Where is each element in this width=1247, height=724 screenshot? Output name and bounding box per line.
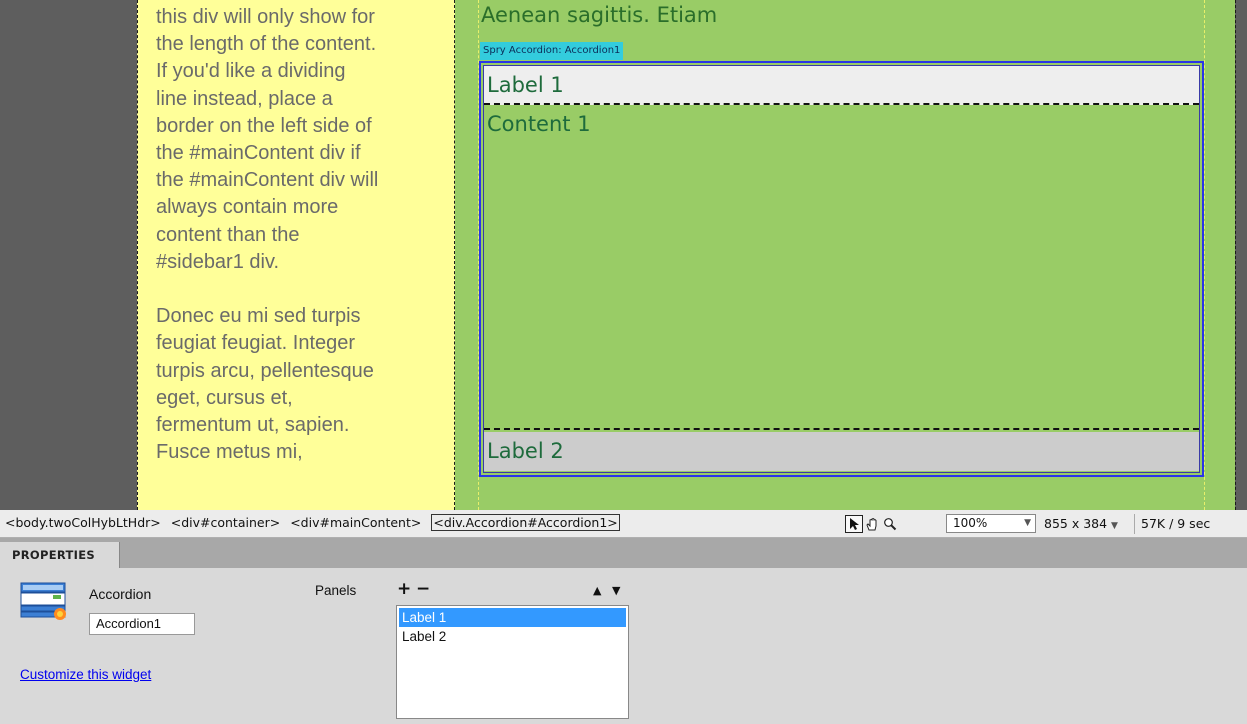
- sidebar-text: this div will only show for the length o…: [156, 6, 379, 464]
- window-size-select[interactable]: 855 x 384 ▼: [1044, 516, 1118, 531]
- zoom-icon[interactable]: [881, 515, 899, 533]
- tag-body[interactable]: <body.twoColHybLtHdr>: [5, 515, 161, 530]
- panels-label: Panels: [315, 583, 357, 598]
- design-view: this div will only show for the length o…: [0, 0, 1247, 510]
- document-size: 57K / 9 sec: [1141, 516, 1211, 531]
- widget-type-label: Accordion: [89, 586, 152, 602]
- panels-list[interactable]: Label 1 Label 2: [396, 605, 629, 719]
- hand-icon[interactable]: [863, 515, 881, 533]
- zoom-value: 100%: [953, 516, 988, 530]
- main-content-guide-right: [1204, 0, 1205, 510]
- chevron-down-icon: ▼: [1111, 521, 1118, 531]
- main-heading: Aenean sagittis. Etiam: [481, 3, 718, 27]
- tag-div-maincontent[interactable]: <div#mainContent>: [290, 515, 421, 530]
- properties-tab[interactable]: PROPERTIES: [0, 542, 120, 568]
- move-panel-down-button[interactable]: ▼: [612, 584, 620, 597]
- remove-panel-button[interactable]: −: [416, 579, 430, 599]
- properties-header: [0, 538, 1247, 568]
- accordion-widget-icon: [20, 582, 68, 624]
- accordion-tab-label-1[interactable]: Label 1: [484, 66, 1199, 105]
- sidebar1-column[interactable]: this div will only show for the length o…: [137, 0, 455, 510]
- panel-list-item[interactable]: Label 2: [399, 627, 626, 646]
- window-size-value: 855 x 384: [1044, 516, 1108, 531]
- page-margin-right: [1236, 0, 1247, 510]
- zoom-select[interactable]: 100% ▼: [946, 514, 1036, 533]
- widget-id-field[interactable]: Accordion1: [89, 613, 195, 635]
- select-pointer-icon[interactable]: [845, 514, 863, 533]
- accordion-tab-label-2[interactable]: Label 2: [484, 432, 1199, 471]
- accordion-inner: Label 1 Content 1 Label 2: [483, 65, 1200, 473]
- tag-div-container[interactable]: <div#container>: [171, 515, 280, 530]
- chevron-down-icon: ▼: [1024, 518, 1031, 528]
- customize-widget-link[interactable]: Customize this widget: [20, 667, 151, 682]
- panel-list-item[interactable]: Label 1: [399, 608, 626, 627]
- spry-accordion-tab[interactable]: Spry Accordion: Accordion1: [480, 42, 624, 60]
- tag-path: <body.twoColHybLtHdr> <div#container> <d…: [5, 514, 626, 531]
- tag-div-accordion[interactable]: <div.Accordion#Accordion1>: [431, 514, 620, 531]
- move-panel-up-button[interactable]: ▲: [593, 584, 601, 597]
- view-tools: [845, 514, 899, 533]
- tag-selector-bar: <body.twoColHybLtHdr> <div#container> <d…: [0, 510, 1247, 538]
- accordion-content-1[interactable]: Content 1: [484, 107, 1199, 430]
- status-separator: [1134, 514, 1135, 534]
- accordion-widget[interactable]: Label 1 Content 1 Label 2: [479, 61, 1204, 477]
- add-panel-button[interactable]: +: [397, 579, 411, 599]
